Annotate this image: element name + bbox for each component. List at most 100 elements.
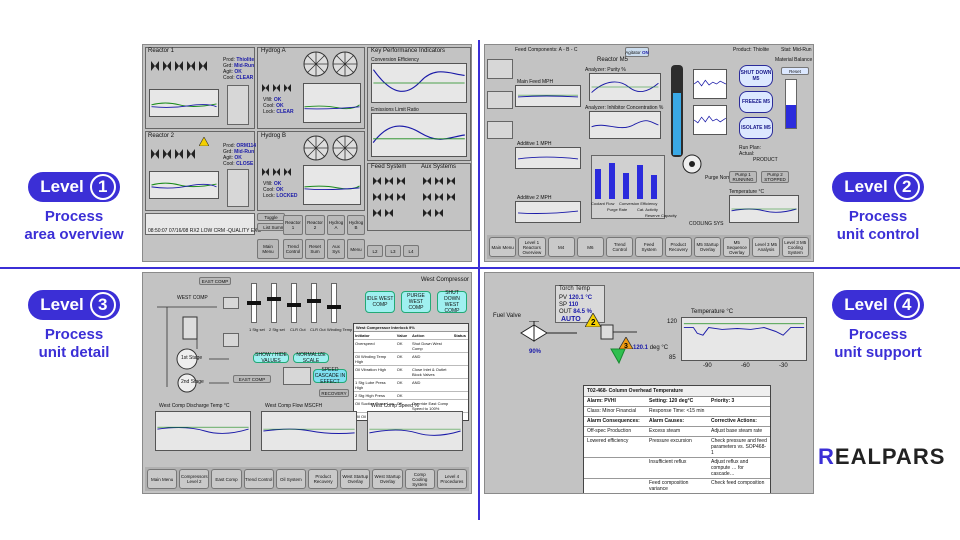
show-hide-button[interactable]: SHOW / HIDE VALUES xyxy=(253,352,289,364)
pump-icon[interactable] xyxy=(681,153,703,175)
purity-trend xyxy=(589,73,661,101)
nav-reactor-2[interactable]: Reactor 2 xyxy=(305,215,325,235)
feed-a-box[interactable] xyxy=(487,59,513,79)
nav-main-menu[interactable]: Main Menu xyxy=(489,237,517,257)
nav-reactor-1[interactable]: Reactor 1 xyxy=(283,215,303,235)
reset-button[interactable]: Reset xyxy=(781,67,809,75)
alarm-priority-3-icon: 3 xyxy=(619,337,633,349)
feed-b-box[interactable] xyxy=(487,91,513,109)
nav-m4[interactable]: M4 xyxy=(547,237,575,257)
stage-1-label: 1st Stage xyxy=(181,355,203,361)
nav-l4[interactable]: L4 xyxy=(403,245,419,257)
feed-c-box[interactable] xyxy=(487,121,513,139)
alarm-table-cell: Corrective Actions: xyxy=(711,418,757,424)
alarm-message[interactable]: 08:50:07 07/16/08 RX2 LOW CRM -QUALITY E… xyxy=(148,228,261,234)
bar-label-coolant: Coolant Flow xyxy=(591,201,615,206)
nav-west-startup[interactable]: West Startup Overlay xyxy=(340,469,371,489)
alarm-table-row: Insufficient reflux Adjust reflux and com… xyxy=(584,457,770,478)
bar-label-conversion: Conversion Efficiency xyxy=(619,201,658,206)
normalize-button[interactable]: NORMALIZE SCALE xyxy=(293,352,329,364)
shutdown-button[interactable]: SHUT DOWN M5 xyxy=(739,65,773,87)
reactor-2-valves[interactable] xyxy=(149,147,219,161)
reactor-1-valves[interactable] xyxy=(149,59,219,73)
nav-l3[interactable]: L3 xyxy=(385,245,401,257)
slider-4-handle[interactable] xyxy=(307,299,321,303)
purge-button[interactable]: PURGE WEST COMP xyxy=(401,291,431,313)
out-value: 84.5 xyxy=(573,309,585,315)
alarm-table-cell: Response Time: <15 min xyxy=(649,408,705,414)
freeze-button[interactable]: FREEZE M5 xyxy=(739,91,773,113)
idle-button[interactable]: IDLE WEST COMP xyxy=(365,291,395,313)
hydrog-a-valves[interactable] xyxy=(261,83,299,93)
nav-level-1-overview[interactable]: Level 1 Reactors Overview xyxy=(518,237,546,257)
auto-mode[interactable]: AUTO xyxy=(561,316,581,323)
interlock-cell: Close Inlet & Outlet Block Valves xyxy=(412,367,447,377)
coolant-flow-bar[interactable] xyxy=(595,169,601,199)
nav-aux-sys[interactable]: Aux Sys xyxy=(327,239,345,259)
trend-3-title: West Comp Speed % xyxy=(371,403,419,409)
hydrog-b-valves[interactable] xyxy=(261,167,299,177)
slider-1-handle[interactable] xyxy=(247,301,261,305)
slider-5-handle[interactable] xyxy=(327,305,341,309)
slider-3-handle[interactable] xyxy=(287,303,301,307)
toggle-button[interactable]: Toggle xyxy=(257,213,285,221)
nav-compressors-level-2[interactable]: Compressors Level 2 xyxy=(179,469,210,489)
nav-product-recovery[interactable]: Product Recovery xyxy=(664,237,692,257)
y-min-label: 85 xyxy=(669,355,676,361)
nav-hydrog-b[interactable]: Hydrog B xyxy=(347,215,365,235)
nav-comp-cooling[interactable]: Comp Cooling System xyxy=(404,469,435,489)
conversion-bar[interactable] xyxy=(623,173,629,199)
nav-menu[interactable]: Menu xyxy=(347,239,365,259)
level-2-screen: Feed Components: A - B - C Reactor M5 Ag… xyxy=(484,44,814,262)
nav-main-menu[interactable]: Main Menu xyxy=(147,469,178,489)
recovery-button[interactable]: RECOVERY xyxy=(319,389,349,397)
slider-2-handle[interactable] xyxy=(267,297,281,301)
fuel-valve-icon[interactable] xyxy=(519,321,549,347)
pv-box-1[interactable] xyxy=(223,297,239,309)
feed-aux-valves[interactable] xyxy=(371,175,467,225)
flow-readout xyxy=(283,367,311,385)
interlock-cell: Overspeed xyxy=(355,341,375,346)
speed-cascade-badge: SPEED CASCADE IN EFFECT xyxy=(313,367,347,385)
nav-startup-overlay[interactable]: M5 Startup Overlay xyxy=(693,237,722,257)
x-tick-60: -60 xyxy=(741,363,750,369)
nav-trend-control[interactable]: Trend Control xyxy=(243,469,274,489)
pump-2-status[interactable]: Pump 2 STOPPED xyxy=(761,171,789,183)
nav-level-3-cooling[interactable]: Level 3 M5 Cooling System xyxy=(781,237,809,257)
nav-hydrog-a[interactable]: Hydrog A xyxy=(327,215,345,235)
nav-trend-control[interactable]: Trend Control xyxy=(283,239,303,259)
reactor-1-gauge xyxy=(227,85,249,125)
level-1-label: Level 1 Process area overview xyxy=(14,172,134,244)
nav-feed-system[interactable]: Feed System xyxy=(635,237,663,257)
purge-rate-bar[interactable] xyxy=(609,163,615,199)
speed-trend xyxy=(367,411,463,451)
hydrog-a-title: Hydrog A xyxy=(261,48,286,54)
slider-4[interactable] xyxy=(311,283,317,323)
reserve-capacity-bar[interactable] xyxy=(651,175,657,199)
nav-west-startup-2[interactable]: West Startup Overlay xyxy=(372,469,403,489)
slider-5[interactable] xyxy=(331,283,337,323)
nav-level-3-analysis[interactable]: Level 3 M5 Analysis xyxy=(752,237,780,257)
east-comp-link[interactable]: EAST COMP xyxy=(199,277,231,285)
nav-reset-sum[interactable]: Reset Sum xyxy=(305,239,325,259)
cat-activity-bar[interactable] xyxy=(637,165,643,199)
slider-2[interactable] xyxy=(271,283,277,323)
pump-1-status[interactable]: Pump 1 RUNNING xyxy=(729,171,757,183)
isolate-button[interactable]: ISOLATE M5 xyxy=(739,117,773,139)
nav-l2[interactable]: L2 xyxy=(367,245,383,257)
pv-box-2[interactable] xyxy=(223,333,239,347)
nav-oil-system[interactable]: Oil System xyxy=(275,469,307,489)
material-balance-fill xyxy=(786,105,796,128)
nav-level-4-procedures[interactable]: Level 4 Procedures xyxy=(436,469,468,489)
nav-product-recovery[interactable]: Product Recovery xyxy=(308,469,339,489)
interlock-cell: OK xyxy=(396,380,403,385)
nav-trend-control[interactable]: Trend Control xyxy=(606,237,634,257)
east-comp-button[interactable]: EAST COMP xyxy=(233,375,271,383)
nav-main-menu[interactable]: Main Menu xyxy=(257,239,279,259)
nav-m6[interactable]: M6 xyxy=(576,237,605,257)
nav-sequence-overlay[interactable]: M5 Sequence Overlay xyxy=(723,237,751,257)
nav-east-comp[interactable]: East Comp xyxy=(211,469,242,489)
additive-1-trend xyxy=(515,147,581,169)
shutdown-button[interactable]: SHUT DOWN WEST COMP xyxy=(437,290,467,314)
interlock-cell xyxy=(453,353,468,365)
